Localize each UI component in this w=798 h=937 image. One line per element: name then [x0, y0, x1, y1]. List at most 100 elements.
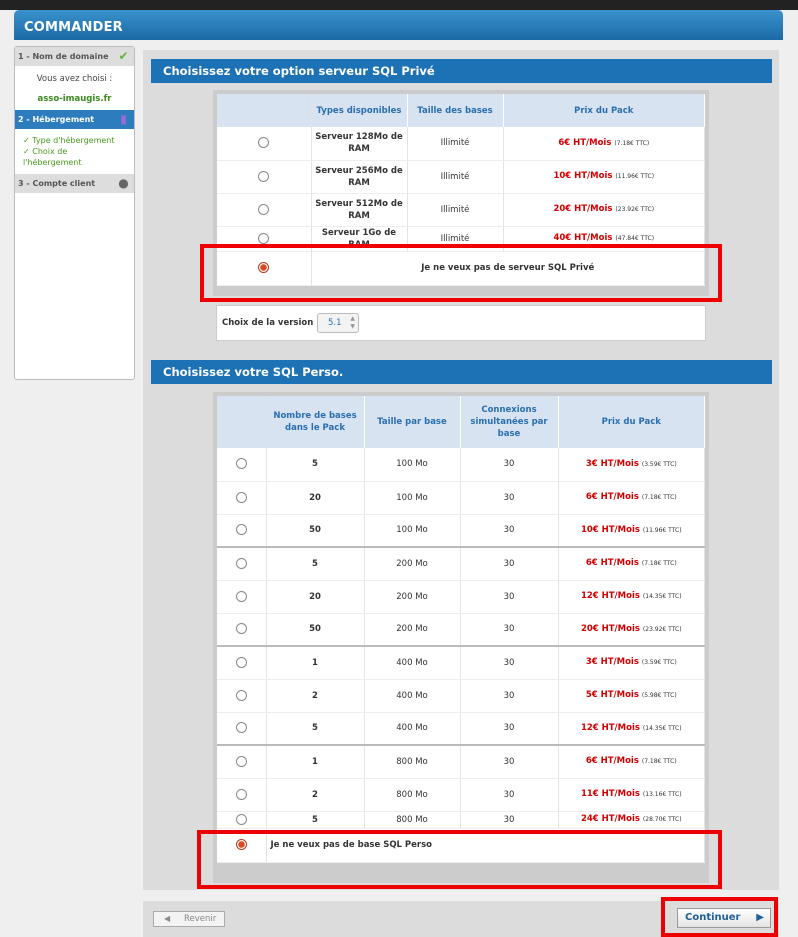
option-radio[interactable]: [235, 813, 247, 825]
order-header: COMMANDER: [14, 10, 783, 40]
server-type: Serveur 512Mo de RAM: [311, 193, 408, 227]
size-per-db: 400 Mo: [364, 679, 461, 713]
db-count: 1: [266, 646, 365, 680]
option-radio[interactable]: [235, 788, 247, 800]
user-icon: ●: [118, 176, 129, 190]
connections: 30: [460, 679, 559, 713]
col-header-types: Types disponibles: [311, 94, 408, 127]
option-radio[interactable]: [235, 656, 247, 668]
table-row[interactable]: 2 800 Mo 30 11€ HT/Mois (13.16€ TTC): [217, 778, 705, 812]
table-row[interactable]: 1 400 Mo 30 3€ HT/Mois (3.59€ TTC): [217, 646, 705, 680]
order-steps-sidebar: 1 - Nom de domaine ✔ Vous avez choisi : …: [14, 46, 135, 380]
price: 6€ HT/Mois (7.18€ TTC): [558, 481, 705, 515]
connections: 30: [460, 811, 559, 829]
option-radio[interactable]: [235, 557, 247, 569]
db-count: 20: [266, 580, 365, 614]
radio-col-header: [217, 94, 312, 127]
step-domain-name[interactable]: 1 - Nom de domaine ✔: [15, 47, 134, 66]
connections: 30: [460, 547, 559, 581]
option-radio[interactable]: [258, 137, 270, 149]
table-row[interactable]: 2 400 Mo 30 5€ HT/Mois (5.98€ TTC): [217, 679, 705, 713]
page-title: COMMANDER: [24, 20, 123, 35]
option-radio[interactable]: [235, 524, 247, 536]
highlight-continue: [661, 897, 778, 937]
table-row[interactable]: 20 200 Mo 30 12€ HT/Mois (14.35€ TTC): [217, 580, 705, 614]
price: 12€ HT/Mois (14.35€ TTC): [558, 580, 705, 614]
radio-col-header: [217, 396, 267, 448]
sql-perso-title: Choisissez votre SQL Perso.: [151, 360, 772, 384]
table-row[interactable]: 1 800 Mo 30 6€ HT/Mois (7.18€ TTC): [217, 745, 705, 779]
option-radio[interactable]: [235, 623, 247, 635]
connections: 30: [460, 481, 559, 515]
connections: 30: [460, 613, 559, 647]
size-per-db: 400 Mo: [364, 646, 461, 680]
price: 6€ HT/Mois (7.18€ TTC): [558, 547, 705, 581]
substep-hosting-choice-cont: l'hébergement: [23, 158, 82, 167]
table-row[interactable]: 50 100 Mo 30 10€ HT/Mois (11.96€ TTC): [217, 514, 705, 548]
option-radio[interactable]: [235, 722, 247, 734]
size-per-db: 100 Mo: [364, 514, 461, 548]
price: 11€ HT/Mois (13.16€ TTC): [558, 778, 705, 812]
option-radio[interactable]: [235, 491, 247, 503]
option-radio[interactable]: [258, 170, 270, 182]
version-select[interactable]: 5.1 ▲ ▼: [317, 313, 359, 333]
price: 24€ HT/Mois (28.70€ TTC): [558, 811, 705, 829]
db-count: 2: [266, 778, 365, 812]
substep-hosting-choice[interactable]: ✓ Choix de: [23, 146, 130, 157]
connections: 30: [460, 448, 559, 482]
col-header-db-count: Nombre de bases dans le Pack: [266, 396, 365, 448]
db-count: 50: [266, 514, 365, 548]
col-header-connections: Connexions simultanées par base: [460, 396, 559, 448]
step-label: 3 - Compte client: [18, 179, 96, 188]
col-header-size: Taille des bases: [407, 94, 504, 127]
size-per-db: 100 Mo: [364, 448, 461, 482]
option-radio[interactable]: [235, 755, 247, 767]
server-type: Serveur 128Mo de RAM: [311, 127, 408, 161]
col-header-size-per-db: Taille par base: [364, 396, 461, 448]
arrow-left-icon: ◀: [164, 914, 171, 923]
version-selector-box: Choix de la version : 5.1 ▲ ▼: [216, 305, 706, 341]
step-label: 2 - Hébergement: [18, 115, 95, 124]
option-radio[interactable]: [235, 458, 247, 470]
db-size: Illimité: [407, 160, 504, 194]
table-row[interactable]: 5 200 Mo 30 6€ HT/Mois (7.18€ TTC): [217, 547, 705, 581]
option-radio[interactable]: [258, 203, 270, 215]
connections: 30: [460, 778, 559, 812]
step-label: 1 - Nom de domaine: [18, 52, 109, 61]
table-row[interactable]: 5 400 Mo 30 12€ HT/Mois (14.35€ TTC): [217, 712, 705, 746]
price: 20€ HT/Mois (23.92€ TTC): [558, 613, 705, 647]
step-client-account[interactable]: 3 - Compte client ●: [15, 174, 134, 193]
db-size: Illimité: [407, 127, 504, 161]
option-radio[interactable]: [235, 590, 247, 602]
size-per-db: 800 Mo: [364, 745, 461, 779]
sql-perso-table-frame: Nombre de bases dans le Pack Taille par …: [213, 392, 709, 883]
step-hosting[interactable]: 2 - Hébergement ▮: [15, 110, 134, 129]
table-row[interactable]: 5 800 Mo 30 24€ HT/Mois (28.70€ TTC): [217, 811, 705, 829]
price: 20€ HT/Mois (23.92€ TTC): [503, 193, 705, 227]
db-count: 50: [266, 613, 365, 647]
connections: 30: [460, 580, 559, 614]
substep-hosting-type[interactable]: ✓ Type d'hébergement: [23, 135, 130, 146]
db-count: 5: [266, 547, 365, 581]
col-header-price: Prix du Pack: [558, 396, 705, 448]
table-row[interactable]: 5 100 Mo 30 3€ HT/Mois (3.59€ TTC): [217, 448, 705, 482]
table-row[interactable]: 50 200 Mo 30 20€ HT/Mois (23.92€ TTC): [217, 613, 705, 647]
back-button[interactable]: ◀ Revenir: [153, 911, 225, 927]
db-count: 5: [266, 712, 365, 746]
browser-top-bar: [0, 0, 798, 10]
table-row[interactable]: 20 100 Mo 30 6€ HT/Mois (7.18€ TTC): [217, 481, 705, 515]
price: 3€ HT/Mois (3.59€ TTC): [558, 448, 705, 482]
table-row[interactable]: Serveur 256Mo de RAM Illimité 10€ HT/Moi…: [217, 160, 705, 194]
size-per-db: 200 Mo: [364, 547, 461, 581]
highlight-no-sql-prive: [200, 244, 722, 302]
option-radio[interactable]: [235, 689, 247, 701]
size-per-db: 100 Mo: [364, 481, 461, 515]
option-radio[interactable]: [258, 232, 270, 244]
table-row[interactable]: Serveur 128Mo de RAM Illimité 6€ HT/Mois…: [217, 127, 705, 161]
checkmark-icon: ✔: [118, 49, 129, 63]
spinner-arrows-icon: ▲ ▼: [350, 315, 355, 330]
table-row[interactable]: Serveur 512Mo de RAM Illimité 20€ HT/Moi…: [217, 193, 705, 227]
sql-prive-title: Choisissez votre option serveur SQL Priv…: [151, 59, 772, 83]
price: 12€ HT/Mois (14.35€ TTC): [558, 712, 705, 746]
db-count: 2: [266, 679, 365, 713]
